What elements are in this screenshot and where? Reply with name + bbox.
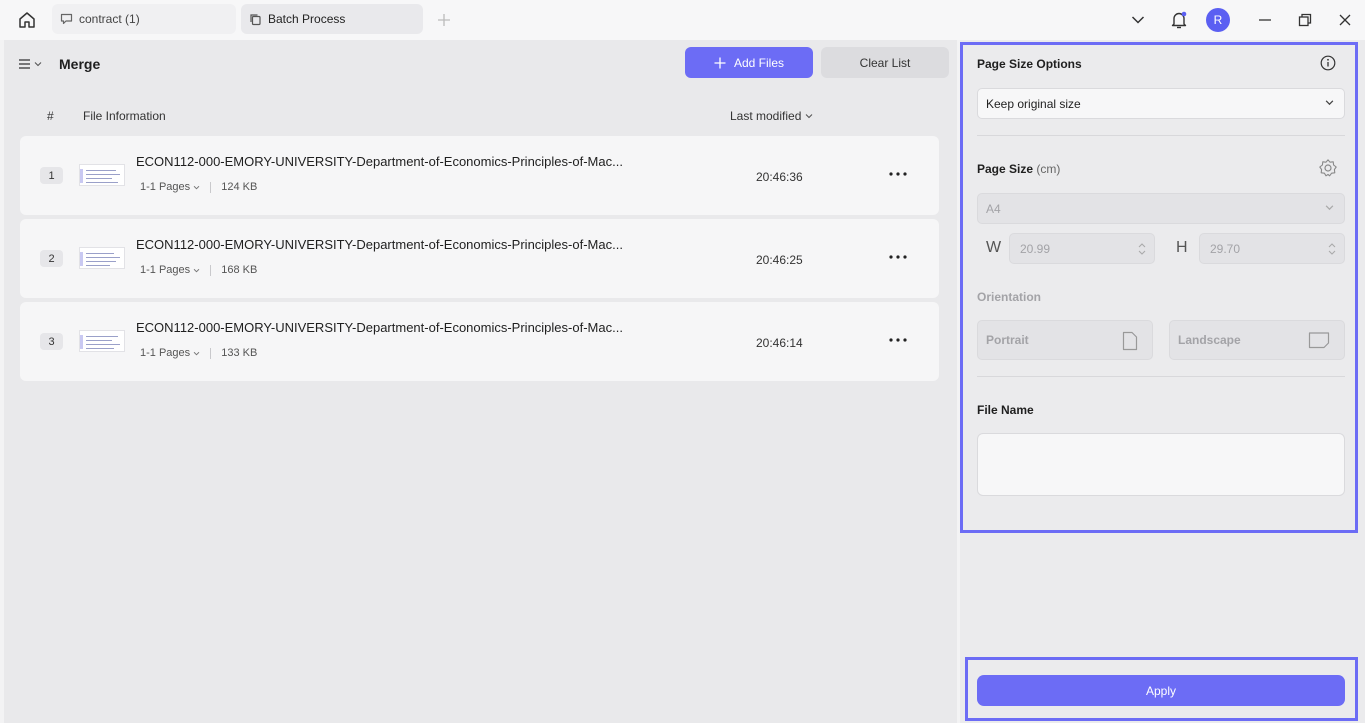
close-icon [1339,14,1351,26]
chevron-down-icon [34,62,42,67]
new-tab-button[interactable] [432,8,456,32]
file-thumbnail [79,330,125,352]
more-icon [889,172,907,176]
chevron-down-icon [1131,16,1145,24]
restore-icon [1298,13,1312,27]
column-header-index: # [47,109,54,123]
home-icon [19,12,35,28]
file-name: ECON112-000-EMORY-UNIVERSITY-Department-… [136,237,623,252]
chevron-down-icon [805,114,813,119]
highlight-frame [960,42,1358,533]
home-button[interactable] [12,6,42,34]
row-index: 3 [40,333,63,350]
file-meta: 1-1 Pages 133 KB [140,347,257,359]
file-row[interactable]: 2 ECON112-000-EMORY-UNIVERSITY-Departmen… [20,219,939,298]
more-options-button[interactable] [886,330,910,350]
restore-button[interactable] [1290,6,1320,34]
more-icon [889,255,907,259]
tab-contract[interactable]: contract (1) [52,4,236,34]
modified-time: 20:46:36 [756,170,803,184]
highlight-frame [965,657,1358,721]
avatar[interactable]: R [1206,8,1230,32]
title-bar: contract (1) Batch Process R [0,0,1365,40]
plus-icon [438,14,450,26]
row-index: 1 [40,167,63,184]
notifications-button[interactable] [1164,6,1194,34]
page-range-select[interactable]: 1-1 Pages [140,347,200,359]
minimize-button[interactable] [1250,6,1280,34]
chevron-down-icon [193,351,200,356]
page-title: Merge [59,56,101,72]
file-name: ECON112-000-EMORY-UNIVERSITY-Department-… [136,154,623,169]
file-meta: 1-1 Pages 124 KB [140,181,257,193]
menu-button[interactable] [18,54,48,74]
close-button[interactable] [1330,6,1360,34]
row-index: 2 [40,250,63,267]
sort-last-modified[interactable]: Last modified [730,109,813,123]
modified-time: 20:46:14 [756,336,803,350]
bell-icon [1171,11,1187,29]
add-files-button[interactable]: Add Files [685,47,813,78]
modified-time: 20:46:25 [756,253,803,267]
file-row[interactable]: 1 ECON112-000-EMORY-UNIVERSITY-Departmen… [20,136,939,215]
tab-label: contract (1) [79,12,140,26]
tab-batch-process[interactable]: Batch Process [241,4,423,34]
comment-icon [60,13,73,25]
file-name: ECON112-000-EMORY-UNIVERSITY-Department-… [136,320,623,335]
file-thumbnail [79,247,125,269]
column-header-last-modified: Last modified [730,109,802,123]
file-size: 133 KB [221,347,258,359]
more-options-button[interactable] [886,247,910,267]
more-options-button[interactable] [886,164,910,184]
file-meta: 1-1 Pages 168 KB [140,264,257,276]
file-size: 124 KB [221,181,258,193]
minimize-icon [1259,19,1271,21]
tab-label: Batch Process [268,12,346,26]
dropdown-button[interactable] [1123,6,1153,34]
file-size: 168 KB [221,264,258,276]
hamburger-icon [19,59,30,69]
file-row[interactable]: 3 ECON112-000-EMORY-UNIVERSITY-Departmen… [20,302,939,381]
add-files-label: Add Files [733,55,785,70]
page-range-select[interactable]: 1-1 Pages [140,264,200,276]
chevron-down-icon [193,185,200,190]
column-header-file-information: File Information [83,109,166,123]
page-range-select[interactable]: 1-1 Pages [140,181,200,193]
copy-icon [250,13,261,25]
merge-panel: Merge Add Files Clear List # File Inform… [4,40,957,723]
chevron-down-icon [193,268,200,273]
plus-icon [714,57,726,68]
file-thumbnail [79,164,125,186]
clear-list-button[interactable]: Clear List [821,47,949,78]
more-icon [889,338,907,342]
